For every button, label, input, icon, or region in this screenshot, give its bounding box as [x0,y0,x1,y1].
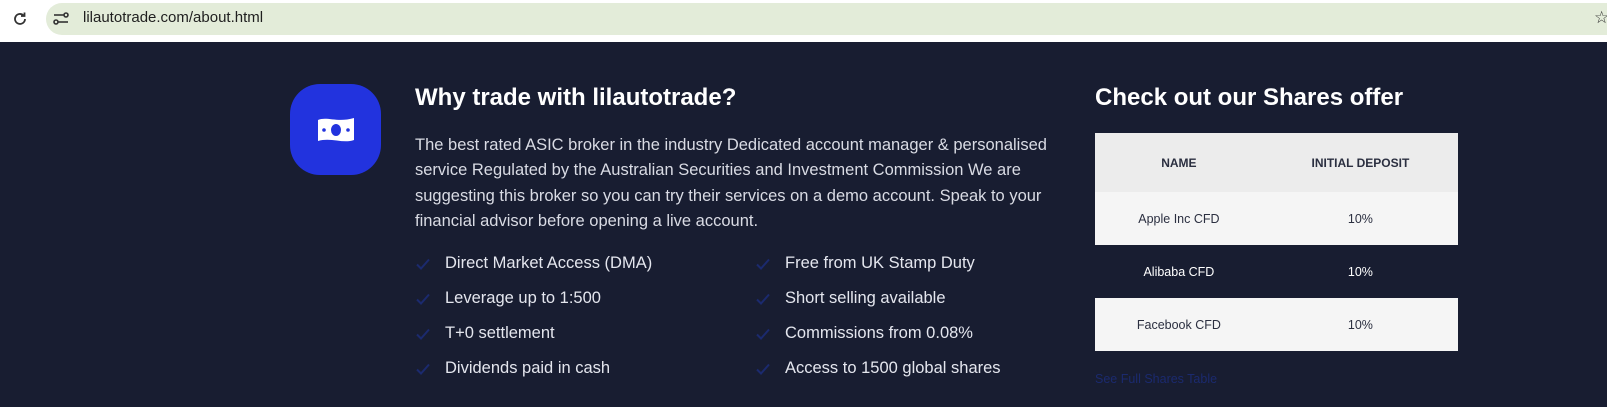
star-icon[interactable]: ☆ [1594,8,1607,28]
check-icon [416,293,430,305]
feature-item: Dividends paid in cash [415,359,610,378]
initial-deposit-cell: 10% [1262,298,1458,351]
banknote-icon-tile [290,84,381,175]
feature-item: Access to 1500 global shares [755,359,1001,378]
banknote-icon [317,117,354,141]
feature-label: Access to 1500 global shares [785,359,1001,377]
check-icon [416,258,430,270]
feature-label: Commissions from 0.08% [785,324,973,342]
why-trade-description: The best rated ASIC broker in the indust… [415,136,1047,230]
table-row: Alibaba CFD 10% [1095,245,1458,298]
feature-label: Free from UK Stamp Duty [785,254,975,272]
feature-item: Direct Market Access (DMA) [415,254,652,273]
address-bar[interactable] [46,3,1607,35]
check-icon [756,258,770,270]
column-header-initial-deposit: INITIAL DEPOSIT [1262,133,1458,192]
initial-deposit-cell: 10% [1262,192,1458,245]
share-name-cell: Apple Inc CFD [1095,192,1263,245]
feature-item: T+0 settlement [415,324,555,343]
shares-offer-heading: Check out our Shares offer [1095,84,1404,111]
feature-item: Free from UK Stamp Duty [755,254,975,273]
feature-label: Leverage up to 1:500 [445,289,601,307]
url-text[interactable]: lilautotrade.com/about.html [83,9,263,26]
check-icon [416,363,430,375]
site-info-icon[interactable] [52,10,70,28]
see-full-shares-table-link[interactable]: See Full Shares Table [1095,372,1217,386]
feature-label: T+0 settlement [445,324,555,342]
check-icon [756,293,770,305]
initial-deposit-cell: 10% [1262,245,1458,298]
table-header-row: NAME INITIAL DEPOSIT [1095,133,1458,192]
reload-icon[interactable] [10,8,30,30]
check-icon [756,363,770,375]
column-header-name: NAME [1095,133,1263,192]
feature-label: Short selling available [785,289,946,307]
feature-label: Direct Market Access (DMA) [445,254,653,272]
share-name-cell: Facebook CFD [1095,298,1263,351]
why-trade-heading: Why trade with lilautotrade? [415,84,737,111]
feature-item: Leverage up to 1:500 [415,289,601,308]
table-row: Apple Inc CFD 10% [1095,192,1458,245]
shares-table: NAME INITIAL DEPOSIT Apple Inc CFD 10% A… [1095,133,1458,351]
check-icon [416,328,430,340]
table-row: Facebook CFD 10% [1095,298,1458,351]
feature-item: Commissions from 0.08% [755,324,973,343]
feature-item: Short selling available [755,289,946,308]
feature-label: Dividends paid in cash [445,359,611,377]
check-icon [756,328,770,340]
browser-toolbar: lilautotrade.com/about.html ☆ [0,0,1607,42]
share-name-cell: Alibaba CFD [1095,245,1263,298]
